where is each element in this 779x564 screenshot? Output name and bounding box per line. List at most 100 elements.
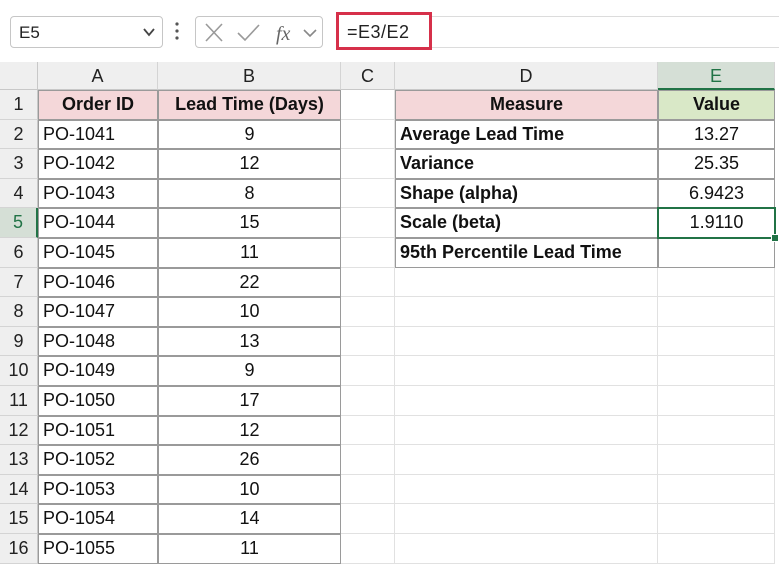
table-cell[interactable]: 9 <box>158 119 341 150</box>
cell[interactable] <box>395 326 658 357</box>
cell[interactable] <box>341 386 395 416</box>
chevron-down-icon[interactable] <box>303 29 317 38</box>
column-header-b[interactable]: B <box>158 62 341 90</box>
row-header-14[interactable]: 14 <box>0 474 38 505</box>
row-header-1[interactable]: 1 <box>0 90 38 120</box>
row-header-4[interactable]: 4 <box>0 178 38 209</box>
name-box[interactable]: E5 <box>10 16 163 48</box>
measure-label-cell[interactable]: Scale (beta) <box>395 208 658 238</box>
cell[interactable] <box>395 356 658 386</box>
cell[interactable] <box>341 326 395 357</box>
measure-value-cell[interactable]: 6.9423 <box>658 178 775 209</box>
table-cell[interactable]: 12 <box>158 415 341 446</box>
cell[interactable] <box>658 267 775 298</box>
table-cell[interactable]: PO-1055 <box>38 534 158 564</box>
cell[interactable] <box>395 415 658 446</box>
insert-function-icon[interactable]: fx <box>276 23 291 45</box>
row-header-8[interactable]: 8 <box>0 297 38 327</box>
cell[interactable] <box>341 504 395 534</box>
table-cell[interactable]: PO-1052 <box>38 445 158 475</box>
table-cell[interactable]: PO-1041 <box>38 119 158 150</box>
cell[interactable] <box>658 386 775 416</box>
cell[interactable] <box>341 474 395 505</box>
table-cell[interactable]: 15 <box>158 208 341 238</box>
fill-handle[interactable] <box>771 234 779 242</box>
cell[interactable] <box>395 445 658 475</box>
table-cell[interactable]: 11 <box>158 238 341 268</box>
table-cell[interactable]: PO-1048 <box>38 326 158 357</box>
measure-label-cell[interactable]: 95th Percentile Lead Time <box>395 238 658 268</box>
table-cell[interactable]: 9 <box>158 356 341 386</box>
table-header-cell[interactable]: Lead Time (Days) <box>158 90 341 120</box>
cell[interactable] <box>395 386 658 416</box>
table-header-cell[interactable]: Value <box>658 90 775 120</box>
cell[interactable] <box>658 297 775 327</box>
table-header-cell[interactable]: Order ID <box>38 90 158 120</box>
row-header-15[interactable]: 15 <box>0 504 38 534</box>
table-cell[interactable]: PO-1050 <box>38 386 158 416</box>
table-cell[interactable]: PO-1046 <box>38 267 158 298</box>
cell[interactable] <box>658 326 775 357</box>
row-header-6[interactable]: 6 <box>0 238 38 268</box>
table-cell[interactable]: 22 <box>158 267 341 298</box>
more-options-icon[interactable] <box>174 20 180 42</box>
measure-value-cell[interactable]: 13.27 <box>658 119 775 150</box>
cell[interactable] <box>658 356 775 386</box>
formula-input[interactable]: =E3/E2 <box>336 12 432 50</box>
cell[interactable] <box>341 415 395 446</box>
table-cell[interactable]: 11 <box>158 534 341 564</box>
cell[interactable] <box>341 267 395 298</box>
column-header-e[interactable]: E <box>658 62 775 90</box>
row-header-12[interactable]: 12 <box>0 415 38 446</box>
row-header-7[interactable]: 7 <box>0 267 38 298</box>
cell[interactable] <box>658 474 775 505</box>
cell[interactable] <box>395 267 658 298</box>
cell[interactable] <box>341 534 395 564</box>
cell[interactable] <box>395 534 658 564</box>
cell[interactable] <box>341 238 395 268</box>
row-header-11[interactable]: 11 <box>0 386 38 416</box>
row-header-3[interactable]: 3 <box>0 149 38 179</box>
table-cell[interactable]: PO-1047 <box>38 297 158 327</box>
cell[interactable] <box>341 90 395 120</box>
table-header-cell[interactable]: Measure <box>395 90 658 120</box>
cell[interactable] <box>341 208 395 238</box>
cell[interactable] <box>658 534 775 564</box>
table-cell[interactable]: 10 <box>158 474 341 505</box>
enter-check-icon[interactable] <box>237 24 260 42</box>
table-cell[interactable]: 12 <box>158 149 341 179</box>
formula-input-extent[interactable] <box>432 16 779 48</box>
cell[interactable] <box>658 504 775 534</box>
row-header-9[interactable]: 9 <box>0 326 38 357</box>
table-cell[interactable]: 17 <box>158 386 341 416</box>
measure-label-cell[interactable]: Average Lead Time <box>395 119 658 150</box>
cell[interactable] <box>395 474 658 505</box>
table-cell[interactable]: PO-1051 <box>38 415 158 446</box>
table-cell[interactable]: 8 <box>158 178 341 209</box>
cell[interactable] <box>658 415 775 446</box>
table-cell[interactable]: 14 <box>158 504 341 534</box>
row-header-2[interactable]: 2 <box>0 119 38 150</box>
cell[interactable] <box>395 297 658 327</box>
measure-label-cell[interactable]: Shape (alpha) <box>395 178 658 209</box>
measure-value-cell[interactable]: 25.35 <box>658 149 775 179</box>
table-cell[interactable]: PO-1043 <box>38 178 158 209</box>
cell[interactable] <box>341 356 395 386</box>
table-cell[interactable]: PO-1045 <box>38 238 158 268</box>
cell[interactable] <box>341 178 395 209</box>
row-header-13[interactable]: 13 <box>0 445 38 475</box>
measure-value-cell[interactable] <box>658 238 775 268</box>
cell[interactable] <box>341 445 395 475</box>
cancel-icon[interactable] <box>205 23 223 42</box>
table-cell[interactable]: PO-1049 <box>38 356 158 386</box>
column-header-a[interactable]: A <box>38 62 158 90</box>
table-cell[interactable]: PO-1053 <box>38 474 158 505</box>
cell[interactable] <box>395 504 658 534</box>
cell[interactable] <box>341 297 395 327</box>
table-cell[interactable]: PO-1042 <box>38 149 158 179</box>
measure-value-cell[interactable]: 1.9110 <box>658 208 775 238</box>
table-cell[interactable]: PO-1044 <box>38 208 158 238</box>
table-cell[interactable]: 13 <box>158 326 341 357</box>
chevron-down-icon[interactable] <box>142 25 156 39</box>
cell[interactable] <box>341 119 395 150</box>
